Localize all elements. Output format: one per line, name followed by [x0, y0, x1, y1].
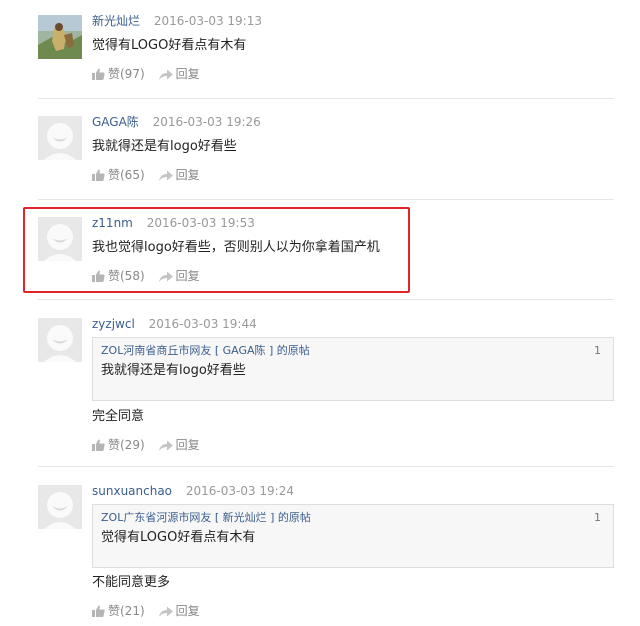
- reply-arrow-icon: [158, 440, 173, 451]
- username[interactable]: sunxuanchao: [92, 484, 172, 498]
- like-count: 赞(65): [108, 168, 145, 182]
- comment-actions: 赞(97) 回复: [92, 67, 200, 81]
- comment-text: 我就得还是有logo好看些: [92, 139, 237, 154]
- comment-text: 觉得有LOGO好看点有木有: [92, 38, 247, 53]
- timestamp: 2016-03-03 19:26: [152, 115, 261, 129]
- quote-text: 我就得还是有logo好看些: [101, 363, 246, 378]
- avatar[interactable]: [38, 318, 82, 362]
- username[interactable]: GAGA陈: [92, 115, 139, 129]
- reply-button[interactable]: 回复: [158, 67, 200, 81]
- reply-label: 回复: [175, 438, 200, 452]
- reply-label: 回复: [175, 604, 200, 618]
- quoted-post: ZOL广东省河源市网友 [ 新光灿烂 ] 的原帖 1 觉得有LOGO好看点有木有: [92, 504, 614, 568]
- reply-label: 回复: [175, 168, 200, 182]
- reply-arrow-icon: [158, 170, 173, 181]
- like-count: 赞(29): [108, 438, 145, 452]
- comment-text: 不能同意更多: [92, 575, 171, 590]
- comment-text: 完全同意: [92, 409, 145, 424]
- thumbs-up-icon: [92, 605, 105, 617]
- reply-arrow-icon: [158, 606, 173, 617]
- comment-actions: 赞(21) 回复: [92, 604, 200, 618]
- avatar[interactable]: [38, 485, 82, 529]
- thumbs-up-icon: [92, 169, 105, 181]
- username[interactable]: 新光灿烂: [92, 14, 140, 28]
- like-count: 赞(21): [108, 604, 145, 618]
- avatar[interactable]: [38, 15, 82, 59]
- comment-meta: sunxuanchao 2016-03-03 19:24: [92, 484, 294, 498]
- comment-item: GAGA陈 2016-03-03 19:26 我就得还是有logo好看些 赞(6…: [0, 100, 640, 200]
- reply-label: 回复: [175, 67, 200, 81]
- quoted-post: ZOL河南省商丘市网友 [ GAGA陈 ] 的原帖 1 我就得还是有logo好看…: [92, 337, 614, 401]
- default-avatar-icon: [38, 116, 82, 160]
- like-count: 赞(97): [108, 67, 145, 81]
- like-button[interactable]: 赞(21): [92, 604, 145, 618]
- highlight-box: [23, 207, 410, 293]
- reply-button[interactable]: 回复: [158, 604, 200, 618]
- comment-item: sunxuanchao 2016-03-03 19:24 ZOL广东省河源市网友…: [0, 468, 640, 626]
- reply-button[interactable]: 回复: [158, 438, 200, 452]
- comment-actions: 赞(29) 回复: [92, 438, 200, 452]
- timestamp: 2016-03-03 19:44: [148, 317, 257, 331]
- default-avatar-icon: [38, 485, 82, 529]
- comment-actions: 赞(65) 回复: [92, 168, 200, 182]
- quote-header[interactable]: ZOL广东省河源市网友 [ 新光灿烂 ] 的原帖: [101, 511, 311, 524]
- photo-avatar-icon: [38, 15, 82, 59]
- comment-meta: zyzjwcl 2016-03-03 19:44: [92, 317, 257, 331]
- timestamp: 2016-03-03 19:13: [153, 14, 262, 28]
- comment-item: zyzjwcl 2016-03-03 19:44 ZOL河南省商丘市网友 [ G…: [0, 301, 640, 467]
- default-avatar-icon: [38, 318, 82, 362]
- divider: [38, 466, 614, 467]
- like-button[interactable]: 赞(97): [92, 67, 145, 81]
- thumbs-up-icon: [92, 439, 105, 451]
- quote-floor-number: 1: [594, 344, 601, 357]
- quote-header[interactable]: ZOL河南省商丘市网友 [ GAGA陈 ] 的原帖: [101, 344, 310, 357]
- username[interactable]: zyzjwcl: [92, 317, 135, 331]
- reply-arrow-icon: [158, 69, 173, 80]
- divider: [38, 299, 614, 300]
- timestamp: 2016-03-03 19:24: [185, 484, 294, 498]
- like-button[interactable]: 赞(29): [92, 438, 145, 452]
- quote-floor-number: 1: [594, 511, 601, 524]
- reply-button[interactable]: 回复: [158, 168, 200, 182]
- quote-text: 觉得有LOGO好看点有木有: [101, 530, 256, 545]
- comment-item: 新光灿烂 2016-03-03 19:13 觉得有LOGO好看点有木有 赞(97…: [0, 0, 640, 100]
- thumbs-up-icon: [92, 68, 105, 80]
- divider: [38, 98, 614, 99]
- comment-meta: GAGA陈 2016-03-03 19:26: [92, 115, 261, 129]
- like-button[interactable]: 赞(65): [92, 168, 145, 182]
- avatar[interactable]: [38, 116, 82, 160]
- comment-meta: 新光灿烂 2016-03-03 19:13: [92, 14, 262, 28]
- divider: [38, 199, 614, 200]
